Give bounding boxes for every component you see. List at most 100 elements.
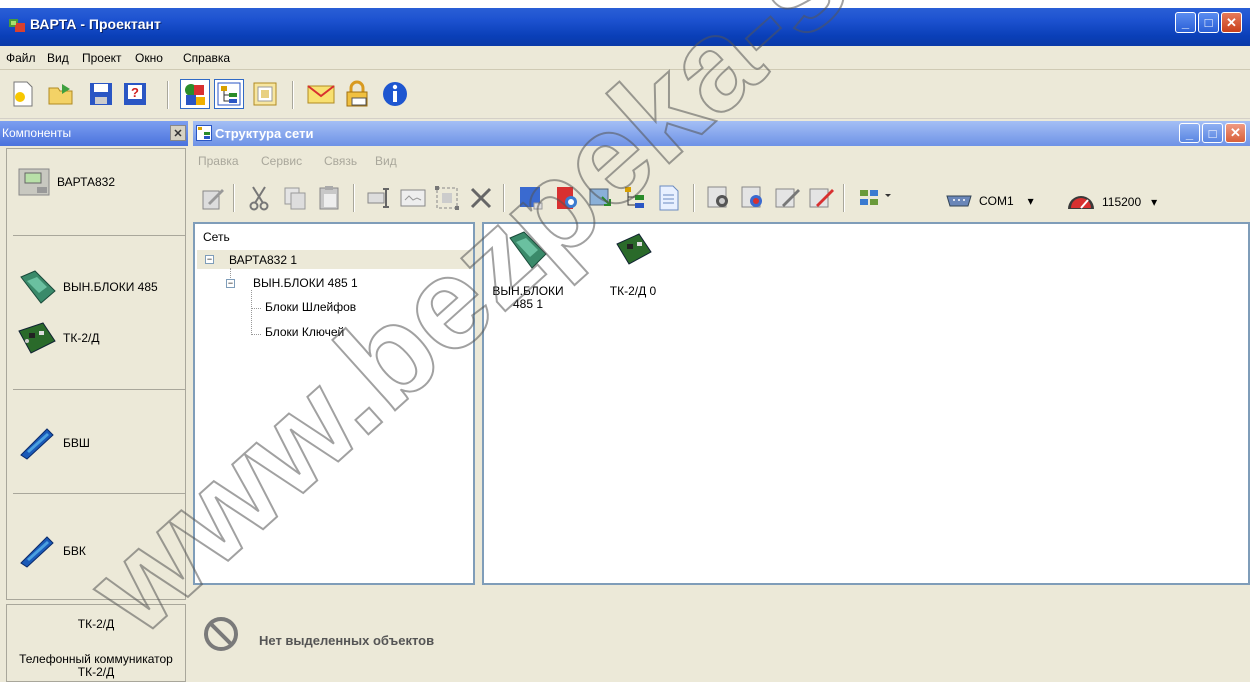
mail-icon[interactable] [306,79,336,109]
block-icon[interactable] [517,184,545,212]
child-close-button[interactable]: ✕ [1225,123,1246,143]
canvas-device-tk2d[interactable]: ТК-2/Д 0 [598,230,668,298]
menu-service[interactable]: Сервис [261,154,302,168]
svg-text:?: ? [131,85,139,100]
close-button[interactable]: ✕ [1221,12,1242,33]
remote-block-icon [20,270,56,304]
app-title: ВАРТА - Проектант [30,16,161,32]
components-panel-header: Компоненты ✕ [0,121,188,146]
component-info-name: ТК-2/Д [77,617,115,631]
write-icon[interactable] [773,184,801,212]
network-structure-icon[interactable] [214,79,244,109]
view-icon[interactable] [705,184,733,212]
network-window-title: Структура сети [215,126,314,141]
component-info-panel: ТК-2/Д Телефонный коммуникатор ТК-2/Д [6,604,186,682]
menu-help[interactable]: Справка [183,51,230,65]
component-label: БВК [63,544,86,558]
component-info-description: Телефонный коммуникатор ТК-2/Д [19,652,173,679]
status-text: Нет выделенных объектов [259,633,435,648]
help-icon[interactable]: ? [120,79,150,109]
write-red-icon[interactable] [807,184,835,212]
menu-file[interactable]: Файл [6,51,36,65]
device-label-line1: ТК-2/Д 0 [609,284,657,298]
app-icon [8,17,26,33]
tree-node-key-blocks[interactable]: Блоки Ключей [265,325,344,339]
tree-icon[interactable] [621,184,649,212]
download-icon[interactable] [587,184,615,212]
view-color-icon[interactable] [739,184,767,212]
tree-node-remote-blocks[interactable]: ВЫН.БЛОКИ 485 1 [253,276,358,290]
components-list: ВАРТА832 ВЫН.БЛОКИ 485 ТК-2/Д БВШ БВК [6,148,186,600]
remote-block-icon [509,231,547,269]
network-tree: Сеть − ВАРТА832 1 − ВЫН.БЛОКИ 485 1 Блок… [193,222,475,585]
key-block-icon [20,536,54,568]
app-title-bar[interactable]: ВАРТА - Проектант _ □ ✕ [0,0,1250,46]
menu-view[interactable]: Вид [47,51,69,65]
menu-project[interactable]: Проект [82,51,122,65]
board-icon [18,322,56,354]
edit-icon[interactable] [199,184,227,212]
network-window-menu: Правка Сервис Связь Вид [193,146,1250,172]
com-port-selector[interactable]: COM1 ▾ [945,194,1034,208]
tree-node-varta[interactable]: ВАРТА832 1 [229,253,297,267]
component-item-tk2d[interactable]: ТК-2/Д [17,321,99,355]
network-toolbar: COM1 ▾ 115200 ▾ [193,172,1250,220]
layout-dropdown-icon[interactable] [857,184,897,212]
chevron-down-icon: ▾ [1027,194,1034,208]
cut-icon[interactable] [245,184,273,212]
component-item-bvk[interactable]: БВК [17,533,86,569]
red-book-icon[interactable] [553,184,581,212]
component-label: ВЫН.БЛОКИ 485 [63,280,158,294]
network-canvas[interactable]: ВЫН.БЛОКИ 485 1 ТК-2/Д 0 [482,222,1250,585]
canvas-device-remote-blocks[interactable]: ВЫН.БЛОКИ 485 1 [490,230,566,311]
label-icon[interactable] [399,184,427,212]
device-label-line2: 485 1 [512,297,544,311]
com-port-label: COM1 [979,194,1014,208]
baud-rate-selector[interactable]: 115200 ▾ [1066,194,1157,210]
menu-edit[interactable]: Правка [198,154,239,168]
network-structure-icon [196,125,212,144]
child-maximize-button[interactable]: □ [1202,123,1223,143]
tree-node-loop-blocks[interactable]: Блоки Шлейфов [265,300,356,314]
delete-icon[interactable] [467,184,495,212]
collapse-icon[interactable]: − [205,255,214,264]
child-minimize-button[interactable]: _ [1179,123,1200,143]
lock-icon[interactable] [342,79,372,109]
components-icon[interactable] [180,79,210,109]
tree-root[interactable]: Сеть [203,230,230,244]
board-icon [616,233,652,265]
components-close-button[interactable]: ✕ [170,125,186,141]
network-window-title-bar[interactable]: Структура сети _ □ ✕ [193,121,1250,146]
collapse-icon[interactable]: − [226,279,235,288]
component-label: ТК-2/Д [63,331,100,345]
component-item-bvsh[interactable]: БВШ [17,425,90,461]
chevron-down-icon: ▾ [1151,195,1158,209]
no-selection-icon [204,617,238,651]
components-panel-title: Компоненты [2,126,72,140]
info-icon[interactable] [380,79,410,109]
properties-icon[interactable] [250,79,280,109]
status-area: Нет выделенных объектов [193,590,1250,682]
main-toolbar: ? [0,71,1250,119]
open-project-icon[interactable] [46,79,76,109]
minimize-button[interactable]: _ [1175,12,1196,33]
insert-icon[interactable] [365,184,393,212]
component-item-remote-blocks[interactable]: ВЫН.БЛОКИ 485 [17,269,158,305]
menu-window[interactable]: Окно [135,51,163,65]
menu-view-sub[interactable]: Вид [375,154,397,168]
component-item-varta832[interactable]: ВАРТА832 [17,165,115,199]
save-icon[interactable] [86,79,116,109]
document-icon[interactable] [655,184,683,212]
copy-icon[interactable] [281,184,309,212]
component-label: БВШ [63,436,90,450]
new-project-icon[interactable] [8,79,38,109]
maximize-button[interactable]: □ [1198,12,1219,33]
component-label: ВАРТА832 [57,175,116,189]
speed-gauge-icon [1068,196,1094,209]
controller-icon [18,168,50,196]
serial-port-icon [946,195,972,207]
loop-block-icon [20,428,54,460]
paste-icon[interactable] [315,184,343,212]
select-icon[interactable] [433,184,461,212]
menu-connection[interactable]: Связь [324,154,357,168]
